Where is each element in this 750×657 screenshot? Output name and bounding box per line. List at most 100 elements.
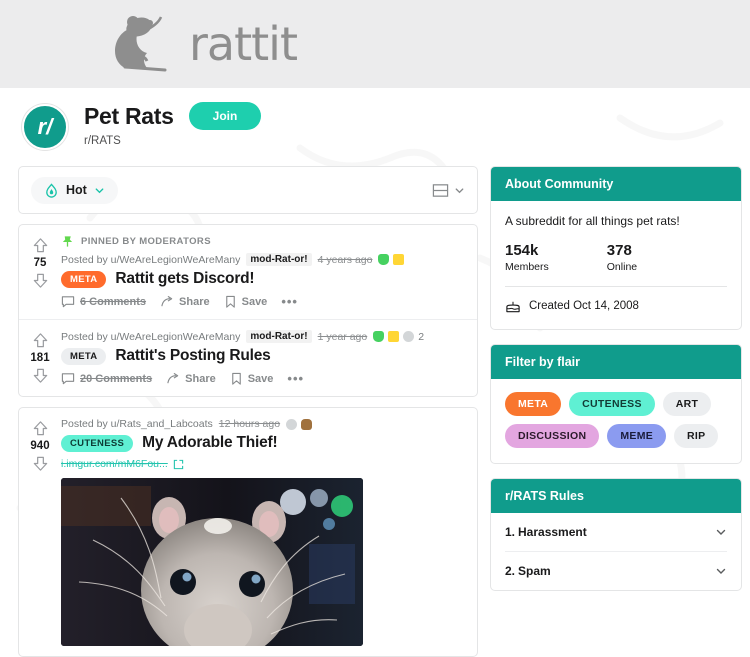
moderator-badge: mod-Rat-or! (246, 253, 312, 266)
sidebar: About Community A subreddit for all thin… (490, 166, 742, 657)
online-stat: 378 Online (607, 242, 637, 273)
comments-button[interactable]: 6 Comments (61, 295, 146, 309)
subreddit-avatar: r/ (22, 104, 68, 150)
created-date: Created Oct 14, 2008 (529, 300, 639, 312)
members-label: Members (505, 261, 549, 273)
post-byline: Posted by u/WeAreLegionWeAreMany mod-Rat… (61, 253, 465, 266)
upvote-icon[interactable] (32, 420, 49, 437)
post-byline: Posted by u/WeAreLegionWeAreMany mod-Rat… (61, 330, 465, 343)
post-external-link[interactable]: i.imgur.com/mM6Fou... (61, 458, 465, 470)
save-button[interactable]: Save (224, 295, 268, 309)
community-header: r/ Pet Rats Join r/RATS (0, 88, 750, 150)
share-button[interactable]: Share (166, 372, 216, 386)
chevron-down-icon (716, 529, 726, 535)
flair-filter-cuteness[interactable]: CUTENESS (569, 392, 655, 416)
post-actions: 6 Comments Share Save ••• (61, 294, 465, 309)
flair-filter-discussion[interactable]: DISCUSSION (505, 424, 600, 448)
pinned-banner: PINNED BY MODERATORS (61, 235, 465, 248)
vote-column: 75 (19, 225, 61, 319)
save-button[interactable]: Save (230, 372, 274, 386)
post-title[interactable]: Rattit gets Discord! (115, 270, 254, 288)
members-stat: 154k Members (505, 242, 549, 273)
share-button[interactable]: Share (160, 295, 210, 309)
divider (505, 286, 727, 287)
about-community-card: About Community A subreddit for all thin… (490, 166, 742, 330)
share-label: Share (179, 295, 210, 308)
moderator-badge: mod-Rat-or! (246, 330, 312, 343)
flair-filter-meme[interactable]: MEME (607, 424, 667, 448)
filter-by-flair-card: Filter by flair META CUTENESS ART DISCUS… (490, 344, 742, 464)
downvote-icon[interactable] (32, 455, 49, 472)
share-icon (161, 295, 173, 306)
post-awards[interactable] (286, 418, 313, 430)
site-logo-text: rattit (189, 17, 298, 71)
rule-title: Harassment (518, 525, 587, 539)
post-author[interactable]: Posted by u/Rats_and_Labcoats (61, 418, 213, 430)
post-title[interactable]: Rattit's Posting Rules (115, 347, 270, 365)
bookmark-icon (225, 295, 235, 308)
post-body: PINNED BY MODERATORS Posted by u/WeAreLe… (61, 225, 477, 319)
downvote-icon[interactable] (32, 367, 49, 384)
award-gray-icon (286, 418, 298, 430)
post-flair[interactable]: CUTENESS (61, 434, 134, 452)
created-date-row: Created Oct 14, 2008 (505, 298, 727, 314)
upvote-icon[interactable] (32, 332, 49, 349)
community-stats: 154k Members 378 Online (505, 242, 727, 273)
card-view-icon (432, 183, 449, 197)
post-flair[interactable]: META (61, 270, 107, 288)
post-author[interactable]: Posted by u/WeAreLegionWeAreMany (61, 254, 240, 266)
save-label: Save (241, 295, 268, 308)
award-count: 2 (418, 330, 425, 343)
rule-label: 1. Harassment (505, 525, 587, 539)
post-link-text: i.imgur.com/mM6Fou... (61, 458, 168, 470)
post-awards[interactable] (378, 254, 405, 265)
sort-hot-button[interactable]: Hot (31, 176, 118, 204)
post-flair[interactable]: META (61, 347, 107, 365)
post-awards[interactable]: 2 (373, 331, 424, 343)
award-green-icon (373, 331, 385, 342)
filter-by-flair-body: META CUTENESS ART DISCUSSION MEME RIP (491, 379, 741, 463)
pushpin-icon (62, 236, 73, 247)
post-title-row: META Rattit gets Discord! (61, 270, 465, 288)
more-options-button[interactable]: ••• (281, 294, 298, 309)
community-description: A subreddit for all things pet rats! (505, 214, 680, 228)
pinned-label: PINNED BY MODERATORS (81, 236, 211, 247)
comments-count: 6 Comments (80, 295, 147, 308)
post-title[interactable]: My Adorable Thief! (142, 434, 278, 452)
join-button[interactable]: Join (188, 102, 262, 130)
more-options-button[interactable]: ••• (287, 371, 304, 386)
downvote-icon[interactable] (32, 272, 49, 289)
comments-count: 20 Comments (80, 372, 153, 385)
post-item[interactable]: 181 Posted by u/WeAreLegionWeAreMany mod… (19, 320, 477, 396)
post-title-row: CUTENESS My Adorable Thief! (61, 434, 465, 452)
rule-item-spam[interactable]: 2. Spam (505, 552, 727, 590)
post-body: Posted by u/Rats_and_Labcoats 12 hours a… (61, 408, 477, 656)
rule-item-harassment[interactable]: 1. Harassment (505, 513, 727, 552)
rat-photo-icon (61, 478, 363, 646)
rules-card: r/RATS Rules 1. Harassment 2. Spam (490, 478, 742, 591)
rule-number: 2. (505, 564, 516, 578)
rat-logo-icon (115, 16, 167, 72)
comments-button[interactable]: 20 Comments (61, 372, 152, 386)
flair-filter-art[interactable]: ART (662, 392, 712, 416)
post-image[interactable] (61, 478, 363, 646)
post-list: 75 PINNED BY MODERATORS Posted by u/WeAr… (18, 224, 478, 397)
site-logo[interactable]: rattit (103, 13, 298, 75)
flair-filter-rip[interactable]: RIP (674, 424, 719, 448)
share-icon (167, 372, 179, 383)
view-mode-button[interactable] (432, 182, 465, 199)
post-author[interactable]: Posted by u/WeAreLegionWeAreMany (61, 331, 240, 343)
save-label: Save (247, 372, 274, 385)
post-score: 75 (33, 257, 47, 269)
about-community-body: A subreddit for all things pet rats! 154… (491, 201, 741, 329)
chevron-down-icon (455, 187, 464, 193)
post-item[interactable]: 75 PINNED BY MODERATORS Posted by u/WeAr… (19, 225, 477, 320)
online-label: Online (606, 261, 638, 273)
flair-filter-meta[interactable]: META (505, 392, 562, 416)
post-timestamp: 4 years ago (317, 253, 373, 266)
upvote-icon[interactable] (32, 237, 49, 254)
post-item[interactable]: 940 Posted by u/Rats_and_Labcoats 12 hou… (19, 408, 477, 656)
site-header: rattit (0, 0, 750, 88)
rule-title: Spam (518, 564, 551, 578)
comment-icon (61, 295, 75, 307)
